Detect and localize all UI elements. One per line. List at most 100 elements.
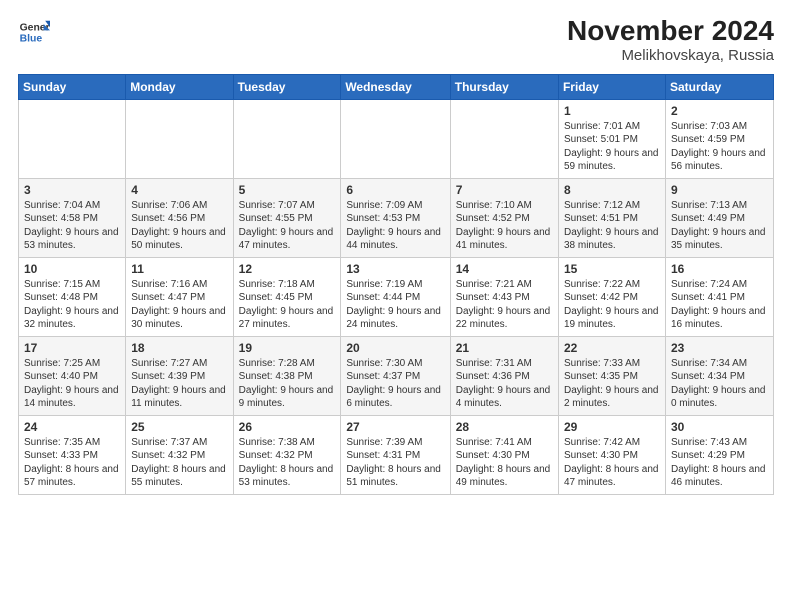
calendar-week-2: 3Sunrise: 7:04 AMSunset: 4:58 PMDaylight… — [19, 178, 774, 257]
calendar-cell: 26 Sunrise: 7:38 AMSunset: 4:32 PMDayligh… — [233, 415, 341, 494]
day-info: Sunrise: 7:39 AMSunset: 4:31 PMDaylight:… — [346, 436, 444, 490]
calendar-cell: 29 Sunrise: 7:42 AMSunset: 4:30 PMDayligh… — [558, 415, 665, 494]
col-monday: Monday — [126, 74, 233, 99]
calendar-cell: 13 Sunrise: 7:19 AMSunset: 4:44 PMDayligh… — [341, 257, 450, 336]
day-number: 15 — [564, 262, 660, 276]
day-info: Sunrise: 7:38 AMSunset: 4:32 PMDaylight:… — [239, 436, 336, 490]
calendar-cell: 6 Sunrise: 7:09 AMSunset: 4:53 PMDaylight… — [341, 178, 450, 257]
calendar-cell — [450, 99, 558, 178]
day-info: Sunrise: 7:01 AMSunset: 5:01 PMDaylight:… — [564, 120, 660, 174]
calendar-body: 1 Sunrise: 7:01 AMSunset: 5:01 PMDaylight… — [19, 99, 774, 494]
calendar-cell: 30 Sunrise: 7:43 AMSunset: 4:29 PMDayligh… — [665, 415, 773, 494]
calendar-cell: 17 Sunrise: 7:25 AMSunset: 4:40 PMDayligh… — [19, 336, 126, 415]
calendar-table: Sunday Monday Tuesday Wednesday Thursday… — [18, 74, 774, 495]
day-info: Sunrise: 7:13 AMSunset: 4:49 PMDaylight:… — [671, 199, 768, 253]
calendar-cell: 7 Sunrise: 7:10 AMSunset: 4:52 PMDaylight… — [450, 178, 558, 257]
day-info: Sunrise: 7:34 AMSunset: 4:34 PMDaylight:… — [671, 357, 768, 411]
page-subtitle: Melikhovskaya, Russia — [567, 47, 774, 64]
day-number: 22 — [564, 341, 660, 355]
calendar-cell: 2Sunrise: 7:03 AMSunset: 4:59 PMDaylight… — [665, 99, 773, 178]
day-number: 20 — [346, 341, 444, 355]
col-tuesday: Tuesday — [233, 74, 341, 99]
calendar-week-5: 24 Sunrise: 7:35 AMSunset: 4:33 PMDayligh… — [19, 415, 774, 494]
day-number: 14 — [456, 262, 553, 276]
day-info: Sunrise: 7:24 AMSunset: 4:41 PMDaylight:… — [671, 278, 768, 332]
day-info: Sunrise: 7:35 AMSunset: 4:33 PMDaylight:… — [24, 436, 120, 490]
day-info: Sunrise: 7:15 AMSunset: 4:48 PMDaylight:… — [24, 278, 120, 332]
calendar-cell: 12Sunrise: 7:18 AMSunset: 4:45 PMDayligh… — [233, 257, 341, 336]
day-number: 19 — [239, 341, 336, 355]
day-info: Sunrise: 7:42 AMSunset: 4:30 PMDaylight:… — [564, 436, 660, 490]
calendar-cell — [233, 99, 341, 178]
day-info: Sunrise: 7:06 AMSunset: 4:56 PMDaylight:… — [131, 199, 227, 253]
calendar-cell: 27Sunrise: 7:39 AMSunset: 4:31 PMDayligh… — [341, 415, 450, 494]
calendar-cell: 5 Sunrise: 7:07 AMSunset: 4:55 PMDaylight… — [233, 178, 341, 257]
title-block: November 2024 Melikhovskaya, Russia — [567, 16, 774, 64]
calendar-cell: 28Sunrise: 7:41 AMSunset: 4:30 PMDayligh… — [450, 415, 558, 494]
day-info: Sunrise: 7:28 AMSunset: 4:38 PMDaylight:… — [239, 357, 336, 411]
page-title: November 2024 — [567, 16, 774, 47]
calendar-week-1: 1 Sunrise: 7:01 AMSunset: 5:01 PMDaylight… — [19, 99, 774, 178]
calendar-cell: 8 Sunrise: 7:12 AMSunset: 4:51 PMDaylight… — [558, 178, 665, 257]
day-number: 4 — [131, 183, 227, 197]
day-number: 1 — [564, 104, 660, 118]
calendar-cell: 20Sunrise: 7:30 AMSunset: 4:37 PMDayligh… — [341, 336, 450, 415]
svg-text:Blue: Blue — [20, 34, 43, 45]
day-info: Sunrise: 7:25 AMSunset: 4:40 PMDaylight:… — [24, 357, 120, 411]
col-wednesday: Wednesday — [341, 74, 450, 99]
calendar-cell — [341, 99, 450, 178]
logo-icon: General Blue — [18, 16, 50, 48]
calendar-cell: 3Sunrise: 7:04 AMSunset: 4:58 PMDaylight… — [19, 178, 126, 257]
day-number: 24 — [24, 420, 120, 434]
day-number: 6 — [346, 183, 444, 197]
calendar-cell: 18Sunrise: 7:27 AMSunset: 4:39 PMDayligh… — [126, 336, 233, 415]
calendar-cell: 23 Sunrise: 7:34 AMSunset: 4:34 PMDayligh… — [665, 336, 773, 415]
header-row: Sunday Monday Tuesday Wednesday Thursday… — [19, 74, 774, 99]
day-info: Sunrise: 7:19 AMSunset: 4:44 PMDaylight:… — [346, 278, 444, 332]
calendar-cell — [19, 99, 126, 178]
day-info: Sunrise: 7:07 AMSunset: 4:55 PMDaylight:… — [239, 199, 336, 253]
day-number: 29 — [564, 420, 660, 434]
day-info: Sunrise: 7:12 AMSunset: 4:51 PMDaylight:… — [564, 199, 660, 253]
col-sunday: Sunday — [19, 74, 126, 99]
day-number: 26 — [239, 420, 336, 434]
day-number: 13 — [346, 262, 444, 276]
day-number: 23 — [671, 341, 768, 355]
day-number: 17 — [24, 341, 120, 355]
day-number: 25 — [131, 420, 227, 434]
day-number: 5 — [239, 183, 336, 197]
day-number: 9 — [671, 183, 768, 197]
logo: General Blue — [18, 16, 50, 48]
page: General Blue November 2024 Melikhovskaya… — [0, 0, 792, 612]
calendar-cell: 21 Sunrise: 7:31 AMSunset: 4:36 PMDayligh… — [450, 336, 558, 415]
day-info: Sunrise: 7:43 AMSunset: 4:29 PMDaylight:… — [671, 436, 768, 490]
calendar-cell: 16Sunrise: 7:24 AMSunset: 4:41 PMDayligh… — [665, 257, 773, 336]
day-number: 21 — [456, 341, 553, 355]
calendar-week-4: 17 Sunrise: 7:25 AMSunset: 4:40 PMDayligh… — [19, 336, 774, 415]
calendar-cell: 14Sunrise: 7:21 AMSunset: 4:43 PMDayligh… — [450, 257, 558, 336]
calendar-cell: 9 Sunrise: 7:13 AMSunset: 4:49 PMDaylight… — [665, 178, 773, 257]
day-number: 30 — [671, 420, 768, 434]
calendar-cell: 15Sunrise: 7:22 AMSunset: 4:42 PMDayligh… — [558, 257, 665, 336]
col-thursday: Thursday — [450, 74, 558, 99]
calendar-cell: 1 Sunrise: 7:01 AMSunset: 5:01 PMDaylight… — [558, 99, 665, 178]
day-number: 8 — [564, 183, 660, 197]
col-friday: Friday — [558, 74, 665, 99]
day-info: Sunrise: 7:03 AMSunset: 4:59 PMDaylight:… — [671, 120, 768, 174]
day-info: Sunrise: 7:37 AMSunset: 4:32 PMDaylight:… — [131, 436, 227, 490]
day-info: Sunrise: 7:10 AMSunset: 4:52 PMDaylight:… — [456, 199, 553, 253]
day-info: Sunrise: 7:31 AMSunset: 4:36 PMDaylight:… — [456, 357, 553, 411]
day-info: Sunrise: 7:16 AMSunset: 4:47 PMDaylight:… — [131, 278, 227, 332]
day-info: Sunrise: 7:27 AMSunset: 4:39 PMDaylight:… — [131, 357, 227, 411]
calendar-cell: 10 Sunrise: 7:15 AMSunset: 4:48 PMDayligh… — [19, 257, 126, 336]
day-number: 7 — [456, 183, 553, 197]
day-info: Sunrise: 7:09 AMSunset: 4:53 PMDaylight:… — [346, 199, 444, 253]
header: General Blue November 2024 Melikhovskaya… — [18, 16, 774, 64]
col-saturday: Saturday — [665, 74, 773, 99]
day-number: 28 — [456, 420, 553, 434]
day-info: Sunrise: 7:04 AMSunset: 4:58 PMDaylight:… — [24, 199, 120, 253]
calendar-cell: 11Sunrise: 7:16 AMSunset: 4:47 PMDayligh… — [126, 257, 233, 336]
calendar-cell: 4 Sunrise: 7:06 AMSunset: 4:56 PMDaylight… — [126, 178, 233, 257]
day-number: 10 — [24, 262, 120, 276]
calendar-cell: 25 Sunrise: 7:37 AMSunset: 4:32 PMDayligh… — [126, 415, 233, 494]
